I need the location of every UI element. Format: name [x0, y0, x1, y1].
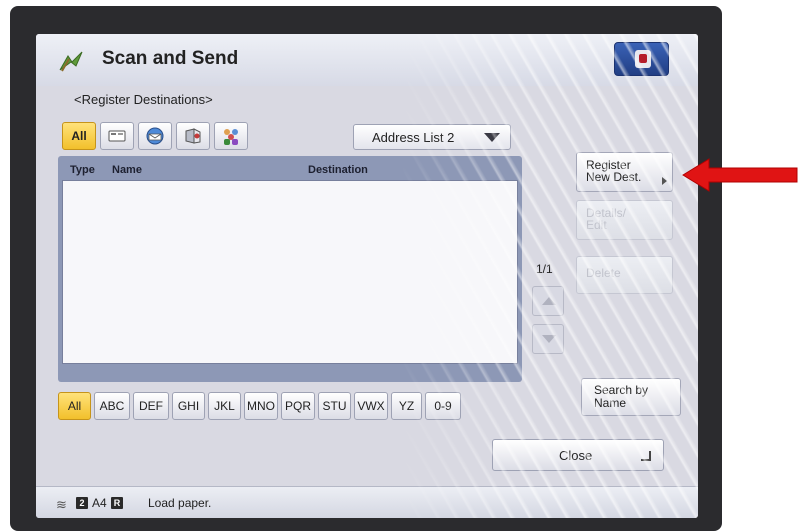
filter-mno-label: MNO [247, 399, 275, 413]
filter-def-label: DEF [139, 399, 163, 413]
address-list-value: Address List 2 [372, 130, 455, 145]
status-message: Load paper. [148, 496, 212, 510]
arrow-down-icon [542, 335, 556, 343]
red-arrow-pointer [682, 158, 798, 192]
filter-yz[interactable]: YZ [391, 392, 422, 420]
tab-file[interactable] [176, 122, 210, 150]
list-header: Type Name Destination [58, 160, 522, 180]
arrow-up-icon [542, 297, 556, 305]
destination-type-tabs: All [62, 122, 248, 150]
tray-number-badge: 2 [76, 497, 88, 509]
filter-ghi-label: GHI [177, 399, 200, 413]
status-bar: ≋ 2 A4 R Load paper. [36, 486, 698, 518]
chevron-down-icon [484, 133, 500, 142]
filter-0-9[interactable]: 0-9 [425, 392, 461, 420]
register-new-dest-label: Register New Dest. [586, 158, 642, 184]
filter-jkl-label: JKL [214, 399, 235, 413]
filter-ghi[interactable]: GHI [172, 392, 205, 420]
filter-pqr[interactable]: PQR [281, 392, 315, 420]
info-cube-icon [635, 50, 651, 68]
group-icon [224, 129, 238, 145]
tab-group[interactable] [214, 122, 248, 150]
filter-def[interactable]: DEF [133, 392, 169, 420]
search-by-name-button[interactable]: Search by Name [581, 378, 681, 416]
filter-abc-label: ABC [99, 399, 125, 413]
scan-send-icon [59, 51, 83, 72]
tab-all[interactable]: All [62, 122, 96, 150]
filter-all-label: All [67, 399, 82, 413]
touch-screen: Scan and Send <Register Destinations> Al… [36, 34, 698, 518]
file-icon [185, 128, 201, 144]
filter-mno[interactable]: MNO [244, 392, 278, 420]
delete-button[interactable]: Delete [576, 256, 673, 294]
filter-vwx[interactable]: VWX [354, 392, 388, 420]
filter-vwx-label: VWX [357, 399, 385, 413]
filter-0-9-label: 0-9 [434, 399, 452, 413]
paper-size: A4 [92, 496, 107, 510]
destination-list: Type Name Destination [58, 156, 522, 382]
tab-all-label: All [71, 129, 87, 143]
enter-icon [641, 451, 651, 461]
device-bezel: Scan and Send <Register Destinations> Al… [0, 0, 799, 531]
delete-label: Delete [586, 266, 621, 280]
paper-tray-icon: ≋ [56, 497, 67, 512]
scroll-down-button[interactable] [532, 324, 564, 354]
list-body [62, 180, 518, 364]
page-counter: 1/1 [536, 262, 553, 276]
email-icon [146, 127, 164, 145]
register-new-dest-button[interactable]: Register New Dest. [576, 152, 673, 192]
page-title: Scan and Send [102, 48, 239, 69]
tab-fax[interactable] [100, 122, 134, 150]
search-by-name-label: Search by Name [594, 383, 649, 410]
fax-icon [108, 130, 126, 142]
paper-orientation-badge: R [111, 497, 123, 509]
address-list-dropdown[interactable]: Address List 2 [353, 124, 511, 150]
column-destination: Destination [308, 164, 368, 176]
counter-check-button[interactable] [614, 42, 669, 76]
alphabet-filter: All ABC DEF GHI JKL MNO PQR STU VWX YZ 0… [58, 392, 461, 420]
filter-abc[interactable]: ABC [94, 392, 130, 420]
column-type: Type [70, 164, 95, 176]
close-label: Close [559, 448, 593, 463]
filter-stu[interactable]: STU [318, 392, 351, 420]
details-edit-button[interactable]: Details/ Edit [576, 200, 673, 240]
scroll-up-button[interactable] [532, 286, 564, 316]
column-name: Name [112, 164, 142, 176]
caret-right-icon [662, 177, 667, 185]
page-subtitle: <Register Destinations> [74, 92, 213, 107]
filter-pqr-label: PQR [284, 399, 311, 413]
filter-jkl[interactable]: JKL [208, 392, 241, 420]
filter-yz-label: YZ [398, 399, 415, 413]
details-edit-label: Details/ Edit [586, 206, 627, 232]
title-bar: Scan and Send [36, 34, 698, 86]
filter-stu-label: STU [322, 399, 347, 413]
tab-email[interactable] [138, 122, 172, 150]
filter-all[interactable]: All [58, 392, 91, 420]
close-button[interactable]: Close [492, 439, 664, 471]
